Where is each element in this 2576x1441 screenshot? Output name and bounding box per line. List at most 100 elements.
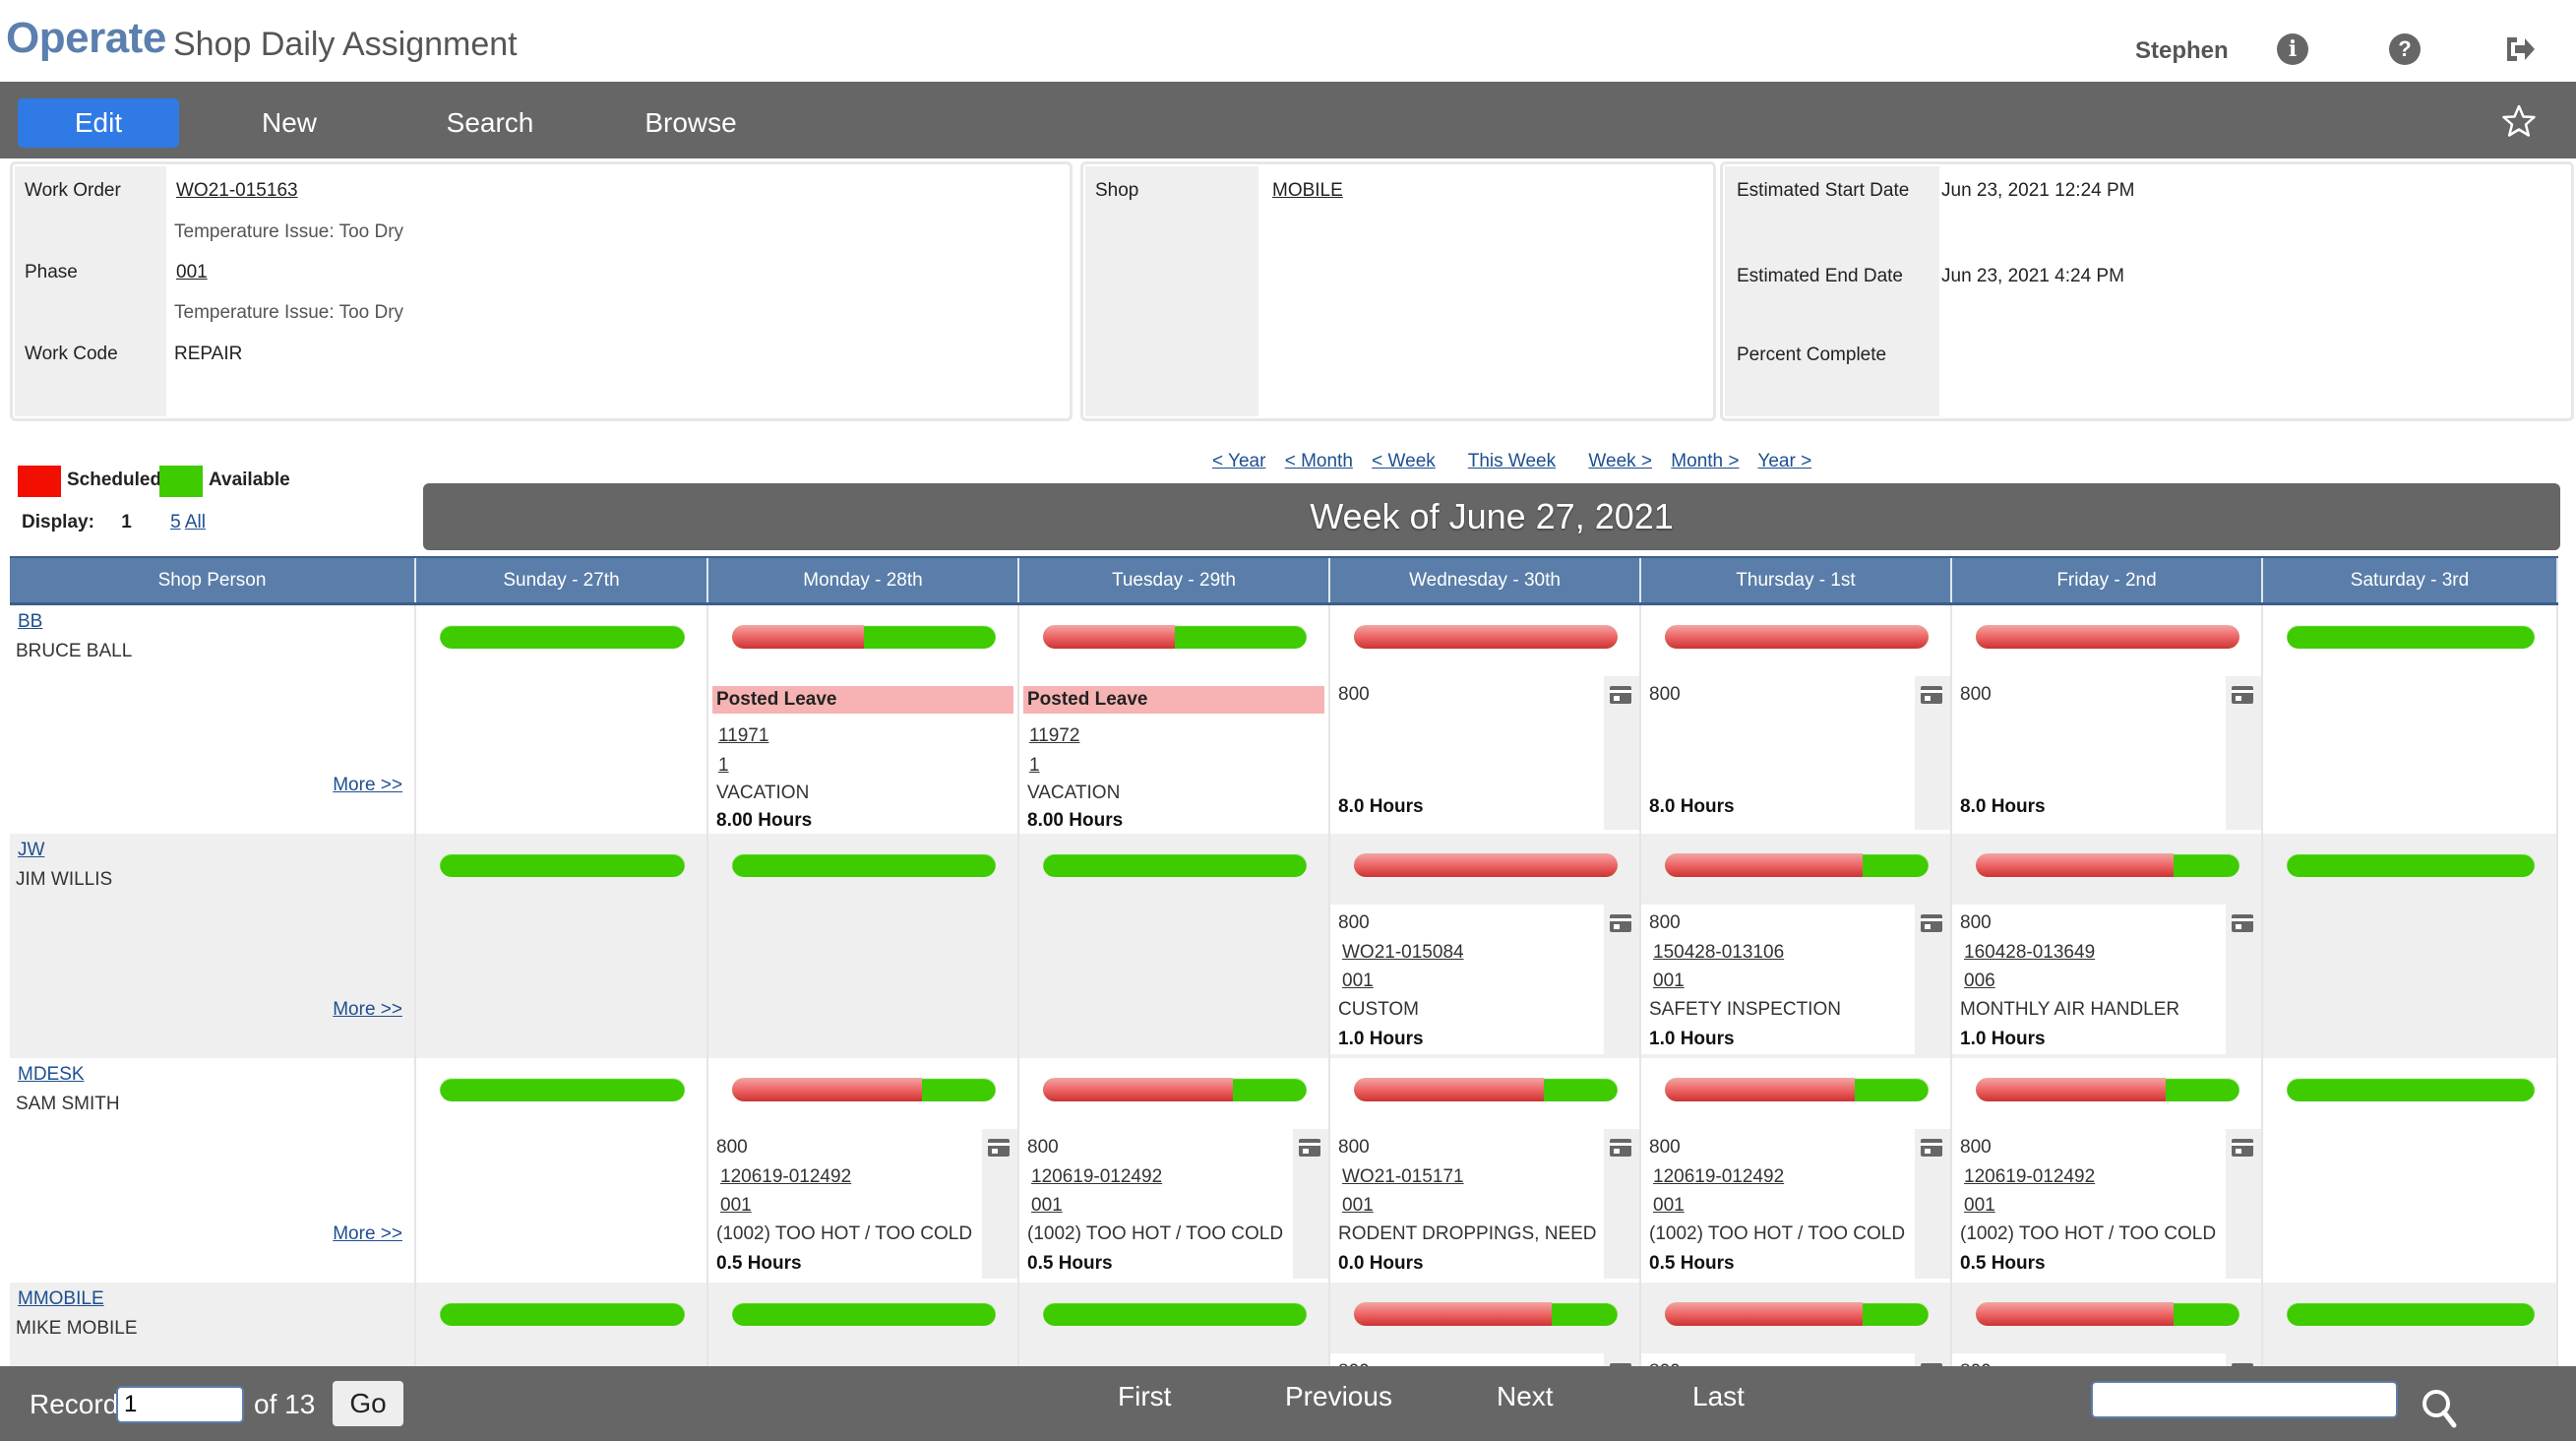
footer-search-input[interactable]	[2091, 1381, 2398, 1418]
next-week-link[interactable]: Week >	[1588, 451, 1652, 471]
more-link[interactable]: More >>	[333, 775, 402, 796]
day-cell	[1019, 1283, 1330, 1371]
work-order-link[interactable]: 160428-013649	[1964, 942, 2095, 964]
scheduled-portion	[1976, 853, 2174, 877]
phase-description: Temperature Issue: Too Dry	[174, 302, 404, 323]
more-link[interactable]: More >>	[333, 999, 402, 1021]
work-order-link[interactable]: WO21-015163	[176, 180, 298, 202]
scheduled-portion	[1043, 625, 1175, 649]
availability-bar	[440, 1078, 685, 1101]
credit-card-icon[interactable]	[1921, 1139, 1942, 1157]
phase-link[interactable]: 001	[1342, 971, 1374, 992]
person-code-link[interactable]: MMOBILE	[18, 1288, 104, 1310]
user-name[interactable]: Stephen	[2135, 37, 2229, 65]
day-cell	[708, 834, 1019, 1058]
prev-year-link[interactable]: < Year	[1212, 451, 1265, 471]
day-cell	[2263, 1283, 2558, 1371]
record-input[interactable]	[116, 1386, 244, 1423]
phase-link[interactable]: 001	[1653, 1195, 1685, 1217]
scheduled-portion	[1665, 1302, 1863, 1326]
previous-button[interactable]: Previous	[1285, 1381, 1392, 1412]
next-year-link[interactable]: Year >	[1757, 451, 1811, 471]
credit-card-icon[interactable]	[1921, 686, 1942, 704]
work-order-link[interactable]: 150428-013106	[1653, 942, 1784, 964]
availability-bar	[1665, 853, 1929, 877]
assignment-card: 800 8.0 Hours	[1330, 676, 1639, 830]
person-name: SAM SMITH	[16, 1094, 120, 1114]
work-order-link[interactable]: 120619-012492	[720, 1166, 851, 1188]
grid-header: Shop Person Sunday - 27th Monday - 28th Tue…	[10, 556, 2558, 605]
display-option-5[interactable]: 5	[170, 512, 181, 533]
credit-card-icon[interactable]	[1610, 914, 1631, 932]
credit-card-icon[interactable]	[2232, 686, 2253, 704]
phase-link[interactable]: 001	[176, 262, 208, 283]
scheduled-label: Scheduled	[67, 470, 162, 490]
phase-link[interactable]: 006	[1964, 971, 1995, 992]
work-code: 800	[1960, 912, 1992, 933]
brand-logo: Operate	[6, 14, 166, 62]
availability-bar	[1354, 625, 1618, 649]
person-code-link[interactable]: BB	[18, 611, 42, 633]
browse-button[interactable]: Browse	[610, 98, 771, 148]
info-icon[interactable]: i	[2277, 33, 2308, 65]
this-week-link[interactable]: This Week	[1468, 451, 1556, 471]
prev-month-link[interactable]: < Month	[1285, 451, 1353, 471]
availability-bar	[1354, 1302, 1618, 1326]
star-icon[interactable]	[2501, 103, 2537, 139]
work-order-label: Work Order	[25, 180, 121, 201]
credit-card-icon[interactable]	[2232, 914, 2253, 932]
day-cell	[416, 605, 708, 834]
credit-card-icon[interactable]	[1610, 686, 1631, 704]
leave-seq-link[interactable]: 1	[718, 755, 729, 777]
credit-card-icon[interactable]	[1921, 914, 1942, 932]
display-option-all[interactable]: All	[185, 512, 206, 533]
person-code-link[interactable]: MDESK	[18, 1064, 85, 1086]
top-header: Operate Shop Daily Assignment Stephen i …	[0, 0, 2576, 81]
phase-link[interactable]: 001	[1031, 1195, 1063, 1217]
credit-card-icon[interactable]	[1299, 1139, 1320, 1157]
leave-id-link[interactable]: 11971	[718, 725, 768, 747]
phase-link[interactable]: 001	[720, 1195, 752, 1217]
more-link[interactable]: More >>	[333, 1223, 402, 1245]
last-button[interactable]: Last	[1692, 1381, 1745, 1412]
work-order-link[interactable]: WO21-015084	[1342, 942, 1464, 964]
work-order-link[interactable]: 120619-012492	[1031, 1166, 1162, 1188]
first-button[interactable]: First	[1118, 1381, 1171, 1412]
phase-link[interactable]: 001	[1342, 1195, 1374, 1217]
edit-button[interactable]: Edit	[18, 98, 179, 148]
search-button[interactable]: Search	[409, 98, 571, 148]
shop-link[interactable]: MOBILE	[1272, 180, 1343, 202]
person-code-link[interactable]: JW	[18, 840, 44, 861]
scheduled-portion	[1354, 1078, 1544, 1101]
work-code: 800	[1649, 912, 1681, 933]
logout-icon[interactable]	[2503, 33, 2537, 65]
dates-panel: Estimated Start Date Jun 23, 2021 12:24 …	[1720, 161, 2574, 421]
credit-card-icon[interactable]	[988, 1139, 1010, 1157]
help-icon[interactable]: ?	[2389, 33, 2421, 65]
phase-link[interactable]: 001	[1653, 971, 1685, 992]
leave-id-link[interactable]: 11972	[1029, 725, 1079, 747]
work-order-link[interactable]: 120619-012492	[1653, 1166, 1784, 1188]
prev-week-link[interactable]: < Week	[1372, 451, 1436, 471]
work-order-link[interactable]: WO21-015171	[1342, 1166, 1464, 1188]
column-header-day: Wednesday - 30th	[1330, 558, 1641, 602]
availability-bar	[732, 1302, 996, 1326]
credit-card-icon[interactable]	[2232, 1139, 2253, 1157]
assignment-hours: 0.5 Hours	[1960, 1253, 2046, 1274]
availability-bar	[1043, 1302, 1307, 1326]
phase-link[interactable]: 001	[1964, 1195, 1995, 1217]
availability-bar	[1043, 1078, 1307, 1101]
next-month-link[interactable]: Month >	[1671, 451, 1739, 471]
person-name: BRUCE BALL	[16, 641, 133, 661]
work-order-link[interactable]: 120619-012492	[1964, 1166, 2095, 1188]
assignment-hours: 0.5 Hours	[716, 1253, 802, 1274]
availability-bar	[1665, 625, 1929, 649]
column-header-day: Thursday - 1st	[1641, 558, 1952, 602]
go-button[interactable]: Go	[333, 1381, 403, 1426]
search-icon[interactable]	[2419, 1386, 2462, 1429]
day-cell	[2263, 1058, 2558, 1283]
next-button[interactable]: Next	[1497, 1381, 1554, 1412]
leave-seq-link[interactable]: 1	[1029, 755, 1040, 777]
credit-card-icon[interactable]	[1610, 1139, 1631, 1157]
new-button[interactable]: New	[209, 98, 370, 148]
